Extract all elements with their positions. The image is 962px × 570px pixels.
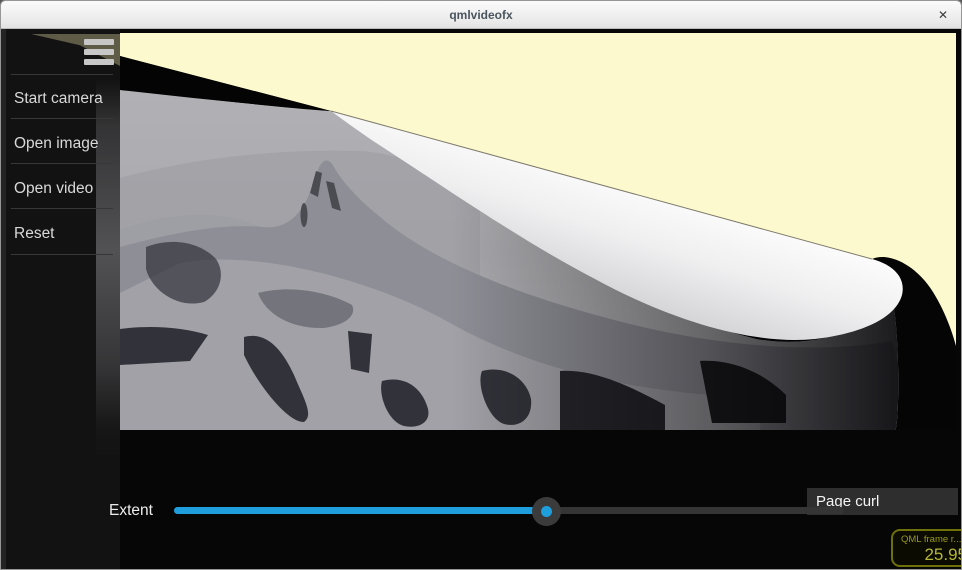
fps-meter: QML frame r... 25.95 xyxy=(891,529,962,567)
window-title: qmlvideofx xyxy=(1,1,961,29)
slider-handle-dot xyxy=(541,506,552,517)
sidebar-divider xyxy=(11,74,113,75)
slider-fill xyxy=(174,507,546,514)
video-effect-surface xyxy=(120,33,956,430)
close-icon: ✕ xyxy=(938,8,948,22)
slider-label: Extent xyxy=(109,502,153,520)
hamburger-icon xyxy=(84,49,114,55)
sidebar: Start camera Open image Open video Reset xyxy=(6,29,120,569)
slider-handle[interactable] xyxy=(532,497,561,526)
sidebar-item-reset[interactable]: Reset xyxy=(14,225,118,247)
sidebar-menu-button[interactable] xyxy=(84,39,114,67)
hamburger-icon xyxy=(84,59,114,65)
sidebar-item-open-video[interactable]: Open video xyxy=(14,180,118,202)
window-titlebar: qmlvideofx ✕ xyxy=(1,1,961,29)
window-close-button[interactable]: ✕ xyxy=(933,1,953,29)
fps-meter-label: QML frame r... xyxy=(901,534,961,545)
sidebar-item-open-image[interactable]: Open image xyxy=(14,135,118,157)
sidebar-divider xyxy=(11,118,113,119)
fps-meter-value: 25.95 xyxy=(893,545,962,565)
sidebar-divider xyxy=(11,208,113,209)
sidebar-item-start-camera[interactable]: Start camera xyxy=(14,90,118,112)
app-window: qmlvideofx ✕ xyxy=(0,0,962,570)
sidebar-divider xyxy=(11,163,113,164)
hamburger-icon xyxy=(84,39,114,45)
sidebar-divider xyxy=(11,254,113,255)
